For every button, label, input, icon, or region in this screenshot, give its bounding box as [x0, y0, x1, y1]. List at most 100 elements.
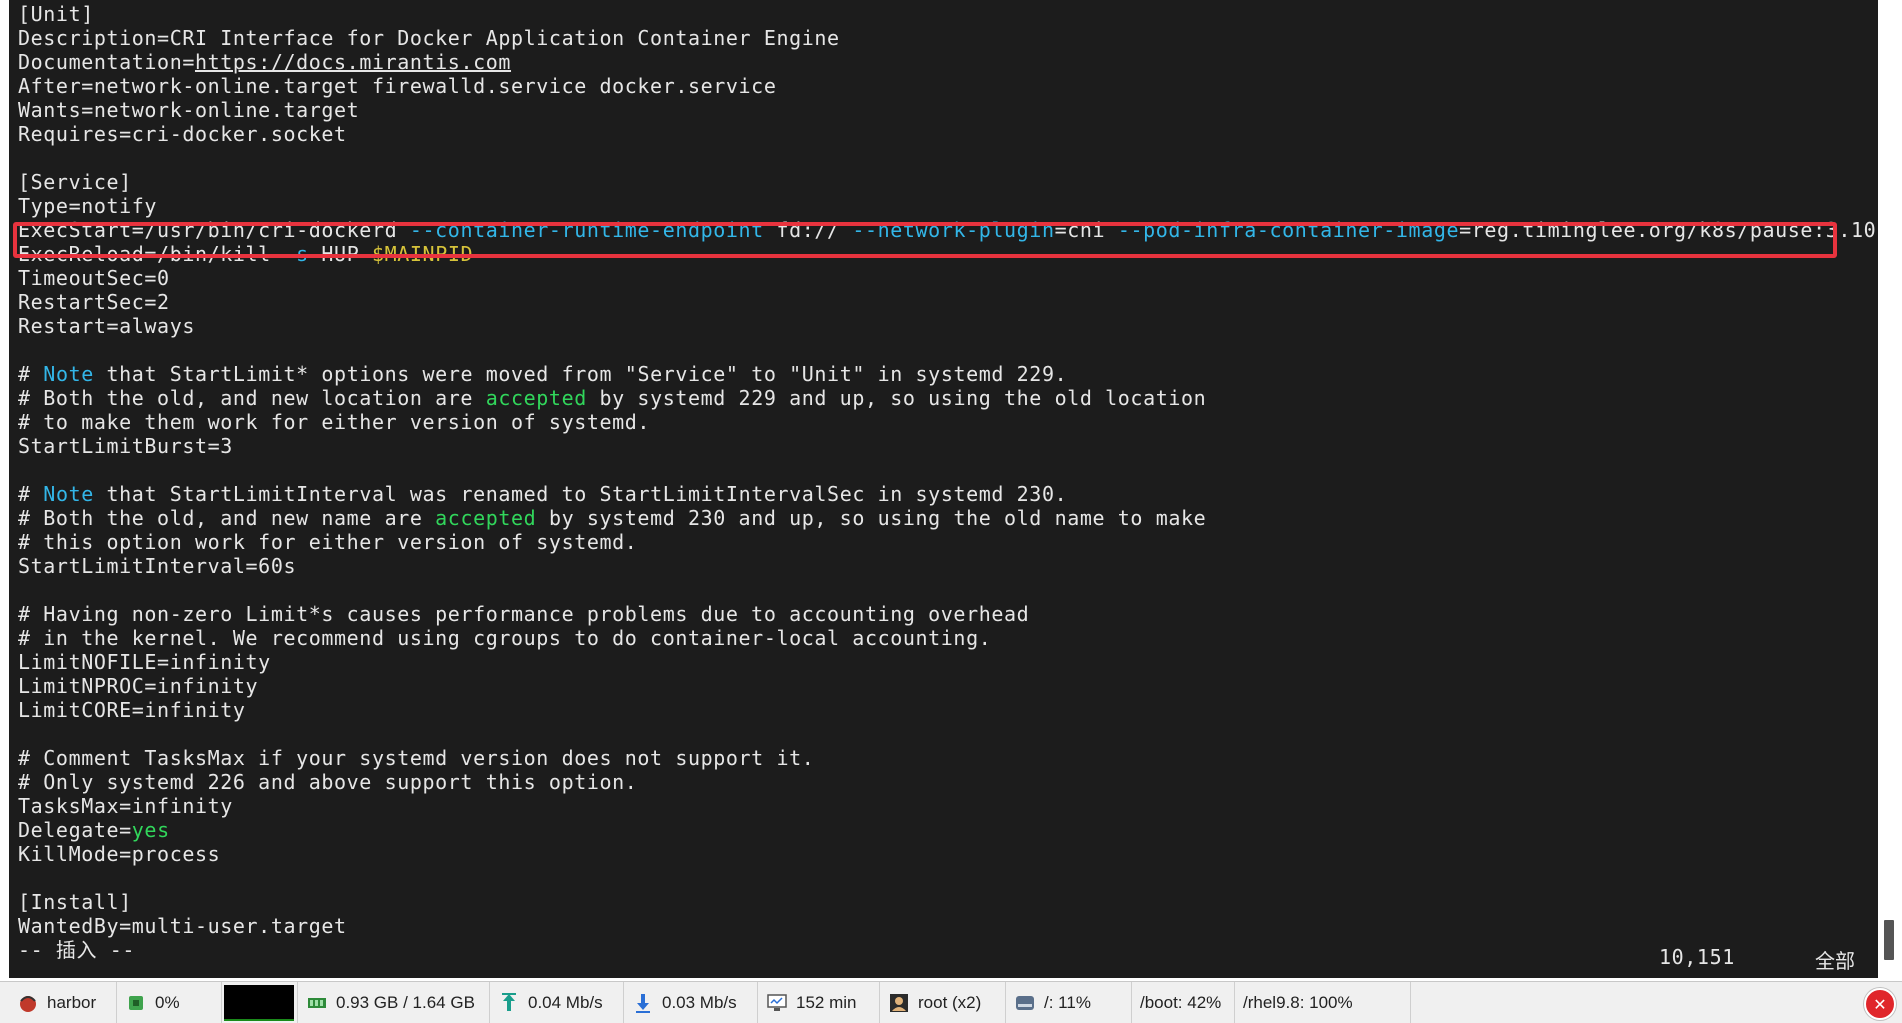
close-icon[interactable]: ✕: [1864, 988, 1896, 1020]
editor-line: TimeoutSec=0: [18, 266, 1902, 290]
line-segment: # this option work for either version of…: [18, 530, 638, 554]
editor-line: LimitNOFILE=infinity: [18, 650, 1902, 674]
editor-line: # to make them work for either version o…: [18, 410, 1902, 434]
scrollbar-thumb[interactable]: [1884, 920, 1894, 960]
editor-line: # Note that StartLimitInterval was renam…: [18, 482, 1902, 506]
line-segment: LimitNPROC=infinity: [18, 674, 259, 698]
line-segment: # Comment TasksMax if your systemd versi…: [18, 746, 815, 770]
status-host[interactable]: harbor: [9, 982, 117, 1023]
editor-line: # Note that StartLimit* options were mov…: [18, 362, 1902, 386]
status-uptime[interactable]: 152 min: [758, 982, 880, 1023]
vertical-scrollbar[interactable]: [1878, 0, 1902, 978]
line-segment: =cni: [1054, 218, 1118, 242]
disk-root-usage: /: 11%: [1044, 992, 1091, 1012]
editor-line: Wants=network-online.target: [18, 98, 1902, 122]
cpu-icon: [129, 995, 143, 1010]
line-segment: StartLimitBurst=3: [18, 434, 233, 458]
line-segment: Restart=always: [18, 314, 195, 338]
editor-line: [Service]: [18, 170, 1902, 194]
line-segment: WantedBy=multi-user.target: [18, 914, 347, 938]
status-upload[interactable]: 0.04 Mb/s: [490, 982, 624, 1023]
line-segment: Requires=cri-docker.socket: [18, 122, 347, 146]
disk-rhel-usage: /rhel9.8: 100%: [1243, 992, 1353, 1012]
editor-line: # Comment TasksMax if your systemd versi…: [18, 746, 1902, 770]
line-segment: Documentation=: [18, 50, 195, 74]
line-segment: TimeoutSec=0: [18, 266, 170, 290]
line-segment: # Having non-zero Limit*s causes perform…: [18, 602, 1030, 626]
editor-line: TasksMax=infinity: [18, 794, 1902, 818]
status-disk-boot[interactable]: /boot: 42%: [1132, 982, 1235, 1023]
monitor-icon: [767, 993, 787, 1011]
line-segment: #: [18, 362, 44, 386]
line-segment: KillMode=process: [18, 842, 221, 866]
memory-usage: 0.93 GB / 1.64 GB: [336, 992, 475, 1012]
line-segment: TasksMax=infinity: [18, 794, 233, 818]
editor-line: # in the kernel. We recommend using cgro…: [18, 626, 1902, 650]
editor-line: Type=notify: [18, 194, 1902, 218]
line-segment: --container-runtime-endpoint: [409, 218, 764, 242]
user-sessions: root (x2): [918, 992, 982, 1012]
status-cpu[interactable]: 0%: [117, 982, 222, 1023]
line-segment: #: [18, 482, 44, 506]
editor-line: Requires=cri-docker.socket: [18, 122, 1902, 146]
line-segment: HUP: [308, 242, 372, 266]
line-segment: LimitCORE=infinity: [18, 698, 246, 722]
memory-icon: [308, 997, 326, 1008]
status-memory[interactable]: 0.93 GB / 1.64 GB: [298, 982, 490, 1023]
line-segment: by systemd 229 and up, so using the old …: [586, 386, 1207, 410]
status-bar: harbor 0% 0.93 GB / 1.64 GB 0.04 Mb/s 0.…: [0, 981, 1902, 1023]
line-segment: Wants=network-online.target: [18, 98, 360, 122]
editor-line: LimitNPROC=infinity: [18, 674, 1902, 698]
line-segment: [Service]: [18, 170, 132, 194]
line-segment: Delegate=: [18, 818, 132, 842]
line-segment: ExecStart=/usr/bin/cri-dockerd: [18, 218, 410, 242]
editor-line: StartLimitBurst=3: [18, 434, 1902, 458]
disk-icon: [1016, 995, 1034, 1010]
editor-line: -- 插入 --: [18, 938, 1902, 962]
line-segment: accepted: [485, 386, 587, 410]
editor-line: LimitCORE=infinity: [18, 698, 1902, 722]
documentation-link[interactable]: https://docs.mirantis.com: [195, 50, 511, 74]
line-segment: $MAINPID: [371, 242, 474, 266]
upload-arrow-icon: [502, 992, 516, 1011]
terminal-window[interactable]: [Unit] Description=CRI Interface for Dock…: [0, 0, 1901, 978]
upload-speed: 0.04 Mb/s: [528, 992, 603, 1012]
editor-line: ExecStart=/usr/bin/cri-dockerd --contain…: [18, 218, 1902, 242]
download-speed: 0.03 Mb/s: [662, 992, 737, 1012]
line-segment: accepted: [435, 506, 537, 530]
editor-line: # Only systemd 226 and above support thi…: [18, 770, 1902, 794]
status-disk-rhel[interactable]: /rhel9.8: 100%: [1235, 982, 1411, 1023]
line-segment: fd://: [763, 218, 853, 242]
status-user[interactable]: root (x2): [880, 982, 1006, 1023]
status-download[interactable]: 0.03 Mb/s: [624, 982, 758, 1023]
editor-line: Documentation=https://docs.mirantis.com: [18, 50, 1902, 74]
editor-text-area[interactable]: [Unit] Description=CRI Interface for Dock…: [18, 2, 1902, 962]
status-disk-root[interactable]: /: 11%: [1006, 982, 1132, 1023]
editor-line: # Having non-zero Limit*s causes perform…: [18, 602, 1902, 626]
line-segment: RestartSec=2: [18, 290, 170, 314]
line-segment: -- 插入 --: [18, 938, 136, 962]
cpu-graph: [224, 984, 294, 1021]
line-segment: yes: [131, 818, 170, 842]
editor-line: ExecReload=/bin/kill -s HUP $MAINPID: [18, 242, 1902, 266]
cpu-usage: 0%: [155, 992, 180, 1012]
line-segment: Description=CRI Interface for Docker App…: [18, 26, 840, 50]
line-segment: Note: [43, 482, 94, 506]
line-segment: --network-plugin: [852, 218, 1055, 242]
editor-line: After=network-online.target firewalld.se…: [18, 74, 1902, 98]
editor-line: [Install]: [18, 890, 1902, 914]
line-segment: Note: [43, 362, 94, 386]
line-segment: by systemd 230 and up, so using the old …: [536, 506, 1207, 530]
editor-line: KillMode=process: [18, 842, 1902, 866]
line-segment: # to make them work for either version o…: [18, 410, 651, 434]
download-arrow-icon: [636, 993, 650, 1013]
line-segment: # Both the old, and new location are: [18, 386, 486, 410]
line-segment: =reg.timinglee.org/k8s/pause:3.10.1: [1459, 218, 1902, 242]
editor-line: WantedBy=multi-user.target: [18, 914, 1902, 938]
